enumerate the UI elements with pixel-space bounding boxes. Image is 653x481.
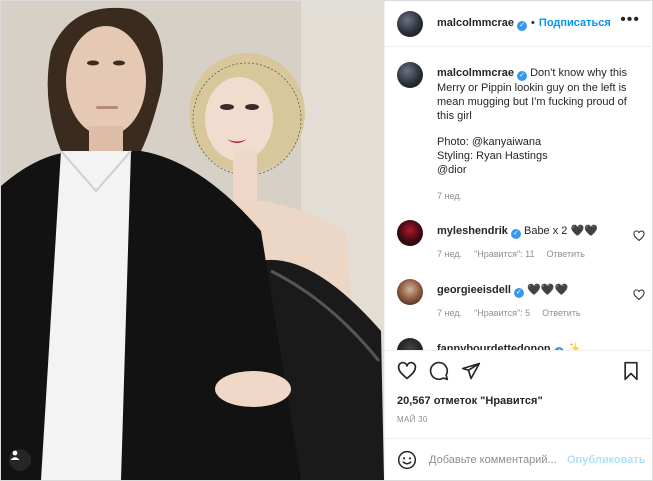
post-comment-button[interactable]: Опубликовать: [567, 454, 646, 466]
comment-text: 🖤🖤🖤: [527, 284, 569, 296]
author-username[interactable]: malcolmmcrae: [437, 17, 514, 29]
caption-styling-credit: Styling: Ryan Hastings: [437, 150, 548, 162]
heart-icon[interactable]: [397, 361, 417, 381]
action-icons: [397, 361, 481, 381]
verified-badge-icon: ✓: [517, 71, 528, 81]
follow-button[interactable]: Подписаться: [539, 17, 611, 29]
comment-time[interactable]: 7 нед.: [437, 308, 462, 318]
comment-text: ✨: [566, 343, 581, 350]
comment-avatar[interactable]: [397, 279, 423, 305]
share-icon[interactable]: [461, 361, 481, 381]
comments-list[interactable]: malcolmmcrae ✓ Don't know why this Merry …: [385, 48, 653, 350]
comment-body: fannybourdettedonon✓ ✨: [437, 342, 637, 350]
comment-username[interactable]: georgieeisdell: [437, 284, 511, 296]
comment-meta: 7 нед. "Нравится": 5 Ответить: [437, 306, 637, 320]
separator-dot: •: [531, 16, 535, 29]
verified-badge-icon: ✓: [510, 229, 521, 239]
caption-brand-tag[interactable]: @dior: [437, 163, 637, 177]
comment-reply-button[interactable]: Ответить: [547, 249, 585, 259]
caption-time[interactable]: 7 нед.: [437, 191, 462, 201]
caption-meta: 7 нед.: [437, 189, 637, 203]
comment-username[interactable]: fannybourdettedonon: [437, 343, 551, 350]
tag-person-icon: [10, 450, 20, 460]
tag-person-button[interactable]: [9, 449, 31, 471]
add-comment-bar: Опубликовать: [385, 438, 653, 480]
comment-icon[interactable]: [429, 361, 449, 381]
post-date[interactable]: МАЙ 30: [397, 415, 428, 424]
comment-avatar[interactable]: [397, 338, 423, 350]
comment-time[interactable]: 7 нед.: [437, 249, 462, 259]
verified-badge-icon: ✓: [517, 20, 528, 31]
post-side-panel: malcolmmcrae ✓ • Подписаться ••• malcolmmcr…: [384, 1, 653, 480]
caption-photo-credit: Photo: @kanyaiwana: [437, 136, 542, 148]
bookmark-button[interactable]: [622, 361, 640, 381]
comment-reply-button[interactable]: Ответить: [542, 308, 580, 318]
caption-body: malcolmmcrae ✓ Don't know why this Merry …: [437, 66, 637, 203]
author-line: malcolmmcrae ✓ • Подписаться: [437, 17, 611, 31]
comment-body: georgieeisdell ✓ 🖤🖤🖤 7 нед. "Нравится": 5 О…: [437, 283, 637, 320]
likes-count[interactable]: 20,567 отметок "Нравится": [397, 395, 543, 407]
caption-username[interactable]: malcolmmcrae: [437, 67, 514, 79]
comment-likes[interactable]: "Нравится": 5: [474, 308, 530, 318]
post-dialog: malcolmmcrae ✓ • Подписаться ••• malcolmmcr…: [0, 0, 653, 481]
emoji-icon[interactable]: [397, 450, 417, 470]
comment-text: Babe x 2 🖤🖤: [523, 225, 598, 237]
author-avatar[interactable]: [397, 10, 423, 37]
verified-badge-icon: ✓: [513, 288, 524, 298]
comment-likes[interactable]: "Нравится": 11: [474, 249, 534, 259]
photo-illustration: [1, 1, 384, 480]
comment-like-heart-icon[interactable]: [633, 230, 645, 242]
comment-input[interactable]: [429, 453, 561, 466]
post-actions: 20,567 отметок "Нравится" МАЙ 30: [385, 350, 653, 438]
comment-username[interactable]: myleshendrik: [437, 225, 508, 237]
more-options-icon[interactable]: •••: [620, 12, 640, 28]
caption-avatar[interactable]: [397, 62, 423, 88]
comment-avatar[interactable]: [397, 220, 423, 246]
bookmark-icon: [624, 361, 638, 381]
post-header: malcolmmcrae ✓ • Подписаться •••: [385, 1, 653, 47]
post-photo[interactable]: [1, 1, 384, 480]
comment-meta: 7 нед. "Нравится": 11 Ответить: [437, 247, 637, 261]
comment-like-heart-icon[interactable]: [633, 289, 645, 301]
comment-body: myleshendrik ✓ Babe x 2 🖤🖤 7 нед. "Нравитс…: [437, 224, 637, 261]
